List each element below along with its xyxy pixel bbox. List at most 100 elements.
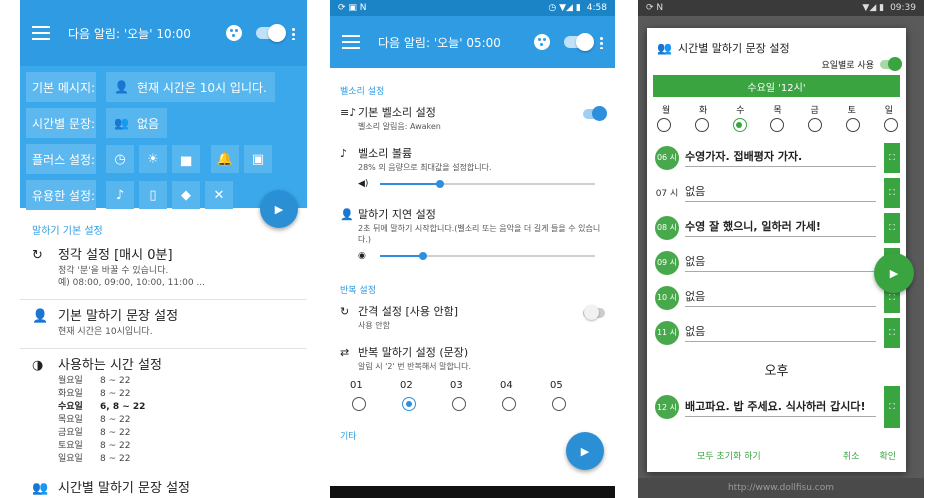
hour-list: 06 시 수영가자. 접배평자 가자. ⛶ 07 시 없음 ⛶ 08 시 수영 잘 했으니, …	[647, 140, 906, 350]
weekday-radios	[647, 116, 906, 140]
hour-sentence[interactable]: 없음	[685, 323, 876, 342]
basic-message-label: 기본 메시지:	[26, 72, 96, 102]
expand-icon[interactable]: ⛶	[884, 142, 900, 173]
refresh-clock-icon: ↻	[32, 248, 43, 263]
weekday-radio-sat[interactable]	[846, 118, 861, 132]
ringtone-switch[interactable]	[583, 106, 607, 121]
hour-badge: 10 시	[655, 285, 679, 310]
slider-knob[interactable]	[419, 252, 427, 260]
repeat-option-label: 04	[500, 380, 513, 391]
day-toggle-switch[interactable]	[880, 57, 902, 71]
menu-icon[interactable]	[32, 26, 50, 40]
repeat-radio-04[interactable]	[502, 397, 516, 411]
selected-day-bar[interactable]: 수요일 '12시'	[653, 75, 900, 97]
expand-icon[interactable]: ⛶	[884, 212, 900, 243]
ok-button[interactable]: 확인	[879, 449, 896, 462]
divider	[20, 348, 307, 349]
master-toggle[interactable]	[256, 24, 286, 42]
repeat-radio-05[interactable]	[552, 397, 566, 411]
setting-hourly-sentence-cutoff[interactable]: 👥 시간별 말하기 문장 설정	[20, 472, 307, 498]
car-icon[interactable]: ▅	[172, 145, 200, 173]
weekday-radio-tue[interactable]	[694, 118, 709, 132]
person-icon: 👤	[32, 309, 49, 324]
play-fab[interactable]: ▶	[874, 253, 914, 293]
setting-title: 벨소리 볼륨	[358, 147, 413, 160]
setting-speak-delay[interactable]: 👤 말하기 지연 설정 2초 뒤에 말하기 시작합니다.(벨소리 또는 음악을 …	[330, 205, 615, 269]
clock-icon[interactable]: ◷	[106, 145, 134, 173]
hour-row[interactable]: 06 시 수영가자. 접배평자 가자. ⛶	[647, 140, 906, 175]
hourly-sentence-label: 시간별 문장:	[26, 108, 96, 138]
hour-sentence[interactable]: 수영 잘 했으니, 일하러 가세!	[685, 218, 876, 237]
slider-knob[interactable]	[436, 180, 445, 188]
vibrate-icon[interactable]: ▯	[139, 181, 167, 209]
weekday-radio-mon[interactable]	[657, 118, 671, 132]
hour-row[interactable]: 09 시없음⛶	[647, 245, 906, 280]
weekday-radio-fri[interactable]	[808, 118, 823, 132]
play-fab[interactable]: ▶	[566, 432, 604, 470]
repeat-radio-02[interactable]	[402, 397, 416, 411]
hour-sentence[interactable]: 없음	[685, 183, 876, 202]
hour-row[interactable]: 11 시 없음 ⛶	[647, 315, 906, 350]
setting-subtitle: 2초 뒤에 말하기 시작합니다.(벨소리 또는 음악을 더 길게 들을 수 있습…	[358, 224, 601, 244]
basic-message-chip[interactable]: 👤 현재 시간은 10시 입니다.	[106, 72, 275, 102]
menu-icon[interactable]	[342, 35, 360, 49]
hour-row[interactable]: 07 시 없음 ⛶	[647, 175, 906, 210]
setting-title: 말하기 지연 설정	[358, 208, 436, 221]
music-note-icon[interactable]: ♪	[106, 181, 134, 209]
play-fab[interactable]: ▶	[260, 190, 298, 228]
setting-ringtone[interactable]: ≡♪ 기본 벨소리 설정 벨소리 알림음: Awaken	[330, 103, 615, 136]
weekday-label: 일	[884, 106, 894, 116]
hour-row[interactable]: 08 시 수영 잘 했으니, 일하러 가세! ⛶	[647, 210, 906, 245]
setting-on-the-hour[interactable]: ↻ 정각 설정 [매시 0분] 정각 '분'을 바꿀 수 있습니다. 예) 08…	[20, 245, 307, 295]
speaker-icon[interactable]: ▣	[244, 145, 272, 173]
hour-sentence[interactable]: 수영가자. 접배평자 가자.	[685, 148, 876, 167]
weekday-radio-sun[interactable]	[883, 118, 898, 132]
setting-basic-sentence[interactable]: 👤 기본 말하기 문장 설정 현재 시간은 10시입니다.	[20, 306, 307, 344]
palette-icon[interactable]	[534, 34, 550, 50]
volume-slider[interactable]: ◀)	[358, 177, 605, 191]
status-right-icons: ◷ ▼◢ ▮	[548, 3, 581, 13]
reset-all-button[interactable]: 모두 초기화 하기	[697, 449, 761, 462]
hour-badge: 09 시	[655, 250, 679, 275]
master-toggle[interactable]	[564, 33, 594, 51]
more-options-icon[interactable]	[292, 26, 295, 40]
more-options-icon[interactable]	[600, 35, 603, 49]
schedule-day: 수요일	[58, 402, 83, 412]
weekday-label: 월	[661, 106, 671, 116]
palette-icon[interactable]	[226, 25, 242, 41]
setting-repeat-speak[interactable]: ⇄ 반복 말하기 설정 (문장) 알림 시 '2' 번 반복해서 말합니다.	[330, 343, 615, 376]
repeat-count-radios	[330, 391, 615, 411]
setting-subtitle: 벨소리 알림음: Awaken	[358, 122, 441, 131]
screenshot-collage: 다음 알림: '오늘' 10:00 기본 메시지: 👤 현재 시간은 10시 입니…	[0, 0, 934, 498]
hour-row[interactable]: 10 시 없음 ⛶	[647, 280, 906, 315]
cancel-button[interactable]: 취소	[843, 449, 860, 462]
repeat-icon: ⇄	[340, 346, 350, 359]
repeat-radio-03[interactable]	[452, 397, 466, 411]
weekday-radio-wed[interactable]	[732, 118, 747, 132]
hour-sentence[interactable]: 없음	[685, 288, 876, 307]
hourly-sentence-chip[interactable]: 👥 없음	[106, 108, 168, 138]
ear-icon[interactable]: ◆	[172, 181, 200, 209]
alarm-bell-icon[interactable]: 🔔	[211, 145, 239, 173]
setting-usage-hours[interactable]: ◑ 사용하는 시간 설정 월요일 8 ~ 22 화요일 8 ~ 22 수요일 6, 8…	[20, 355, 307, 472]
day-toggle-row[interactable]: 요일별로 사용	[647, 57, 906, 75]
setting-volume[interactable]: ♪ 벨소리 볼륨 28% 의 음량으로 최대값을 설정합니다. ◀)	[330, 144, 615, 197]
hour-row[interactable]: 12 시 배고파요. 밥 주세요. 식사하러 갑시다! ⛶	[647, 383, 906, 431]
hour-sentence[interactable]: 없음	[685, 253, 876, 272]
expand-icon[interactable]: ⛶	[884, 177, 900, 208]
expand-icon[interactable]: ⛶	[884, 386, 900, 428]
basic-message-value: 현재 시간은 10시 입니다.	[136, 80, 267, 95]
weekday-radio-thu[interactable]	[770, 118, 785, 132]
interval-switch[interactable]	[583, 305, 605, 320]
delay-slider[interactable]: ◉	[358, 249, 605, 263]
expand-icon[interactable]: ⛶	[884, 317, 900, 348]
sun-icon[interactable]: ☀	[139, 145, 167, 173]
repeat-radio-01[interactable]	[352, 397, 366, 411]
schedule-range: 8 ~ 22	[100, 376, 131, 386]
setting-title: 정각 설정 [매시 0분]	[58, 248, 173, 263]
mute-icon[interactable]: ✕	[205, 181, 233, 209]
section-repeat: 반복 설정	[340, 286, 376, 296]
half-circle-icon: ◑	[32, 358, 44, 373]
hour-sentence[interactable]: 배고파요. 밥 주세요. 식사하러 갑시다!	[685, 398, 876, 417]
setting-interval[interactable]: ↻ 간격 설정 [사용 안함] 사용 안함	[330, 302, 615, 335]
